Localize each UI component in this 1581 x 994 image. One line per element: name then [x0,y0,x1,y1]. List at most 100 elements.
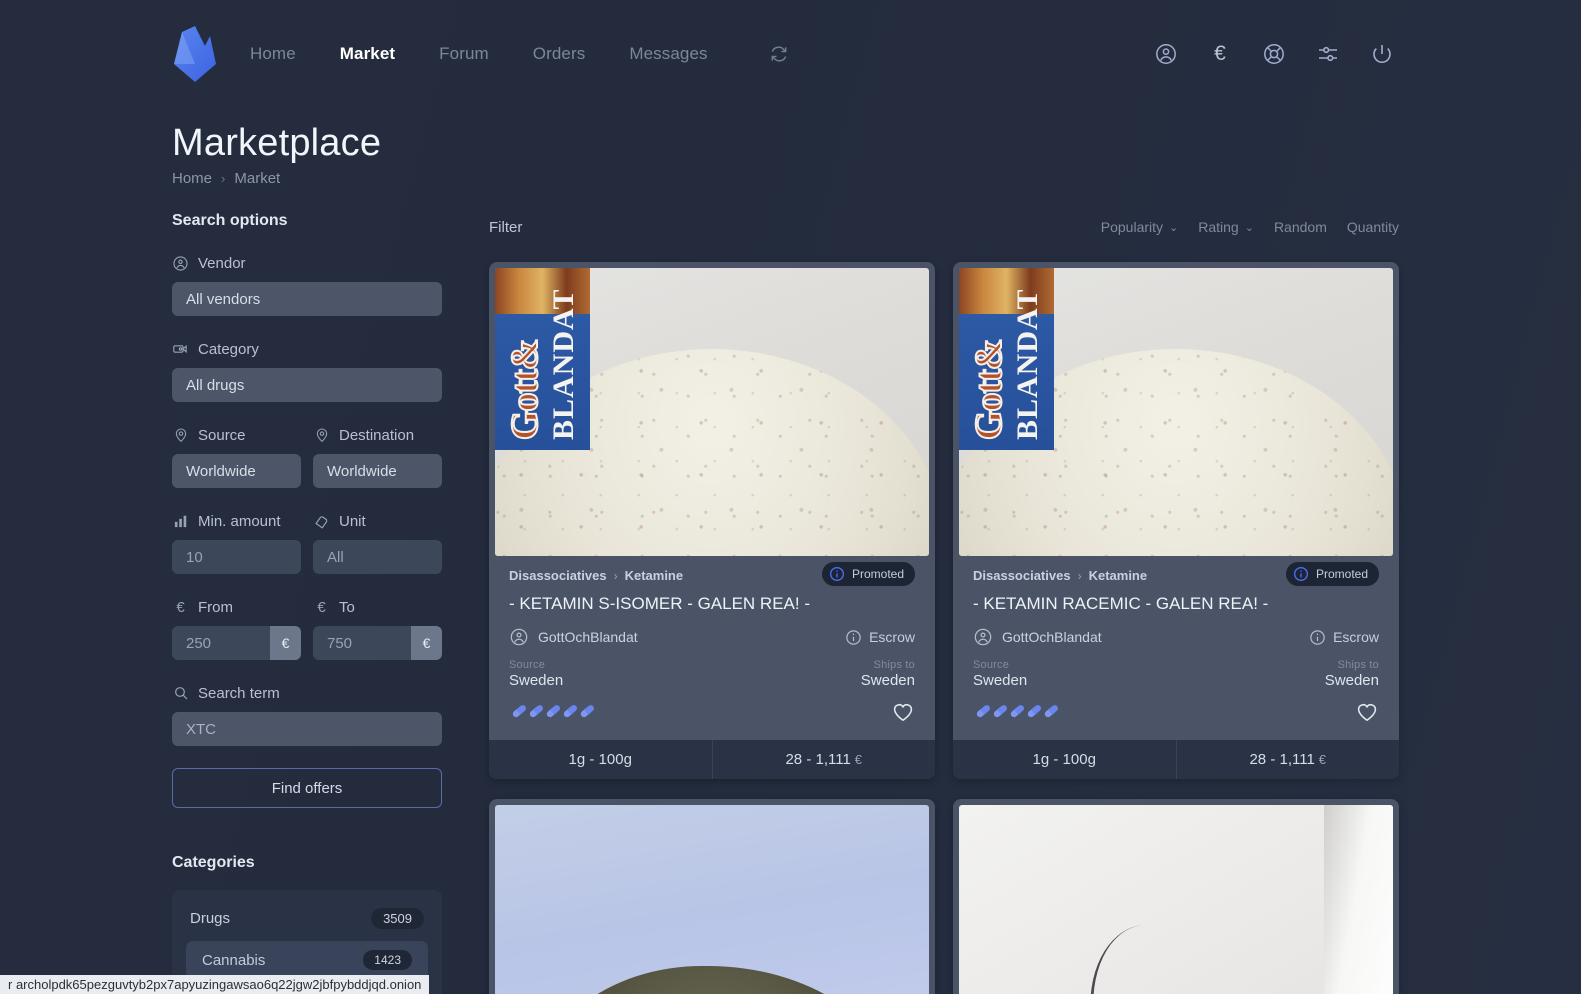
promoted-badge: Promoted [1285,562,1379,586]
price-range-cell: 28 - 1,111 € [1177,740,1400,779]
rating-pills [509,703,594,721]
source-info: Source Sweden [509,659,563,689]
category-select[interactable] [172,368,442,402]
price-to-field-label: € To [313,596,442,618]
source-country: Sweden [973,672,1028,689]
pill-rating-icon [560,703,578,721]
nav-link-orders[interactable]: Orders [511,38,608,70]
promoted-label: Promoted [1315,567,1368,581]
ships-to-info: Ships to Sweden [1325,659,1379,689]
min-amount-input[interactable] [172,540,301,574]
vendor-field-label: Vendor [172,252,442,274]
price-from-currency-button[interactable]: € [270,626,301,660]
marketplace-main: Filter Popularity ⌄ Rating ⌄ Random Quan… [489,212,1399,994]
vendor-info[interactable]: GottOchBlandat [509,627,638,647]
product-title[interactable]: - KETAMIN RACEMIC - GALEN REA! - [973,594,1379,614]
source-field-label: Source [172,424,301,446]
nav-link-forum[interactable]: Forum [417,38,511,70]
filter-bar: Filter Popularity ⌄ Rating ⌄ Random Quan… [489,212,1399,242]
bar-chart-icon [172,513,189,530]
category-child: Ketamine [1088,568,1148,583]
find-offers-button[interactable]: Find offers [172,768,442,808]
refresh-icon[interactable] [764,39,794,69]
product-card[interactable] [489,799,935,994]
category-item-drugs[interactable]: Drugs 3509 [172,902,442,935]
nav-link-messages[interactable]: Messages [607,38,729,70]
category-parent: Disassociatives [509,568,607,583]
source-select[interactable] [172,454,301,488]
pill-rating-icon [1041,703,1059,721]
rating-pills [973,703,1058,721]
label-tag-icon [313,513,330,530]
category-count-badge: 3509 [371,908,424,929]
site-logo[interactable] [172,23,220,85]
product-image[interactable] [959,805,1393,994]
product-card[interactable]: Gott& BLANDAT Disassociatives › Ketamine … [489,262,935,779]
account-icon[interactable] [1153,41,1179,67]
escrow-indicator[interactable]: Escrow [845,629,915,646]
nav-links: Home Market Forum Orders Messages [228,38,794,70]
vendor-select[interactable] [172,282,442,316]
breadcrumb-home[interactable]: Home [172,170,212,187]
location-pin-icon [313,427,330,444]
search-term-label-text: Search term [198,684,280,702]
vendor-info[interactable]: GottOchBlandat [973,627,1102,647]
sort-options: Popularity ⌄ Rating ⌄ Random Quantity [1101,219,1399,235]
search-icon [172,685,189,702]
search-options-sidebar: Search options Vendor Category Source [172,212,442,994]
sort-random[interactable]: Random [1274,219,1327,235]
product-image[interactable]: Gott& BLANDAT [959,268,1393,556]
price-to-currency-button[interactable]: € [411,626,442,660]
candy-package-label: Gott& BLANDAT [495,268,590,450]
price-to-group: € [313,626,442,660]
price-from-input[interactable] [172,626,270,660]
search-term-input[interactable] [172,712,442,746]
info-icon [829,567,844,581]
source-label: Source [973,659,1010,671]
chevron-right-icon: › [1077,568,1082,583]
sort-popularity[interactable]: Popularity ⌄ [1101,219,1178,235]
category-label: Drugs [190,910,231,927]
settings-sliders-icon[interactable] [1315,41,1341,67]
account-icon [510,628,528,646]
category-parent: Disassociatives [973,568,1071,583]
nav-link-home[interactable]: Home [228,38,318,70]
product-image[interactable] [495,805,929,994]
pill-rating-icon [509,703,527,721]
price-range: 28 - 1,111 [1249,751,1315,768]
product-grid: Gott& BLANDAT Disassociatives › Ketamine … [489,262,1399,994]
product-card[interactable] [953,799,1399,994]
top-navigation-bar: Home Market Forum Orders Messages € [0,0,1581,108]
euro-icon: € [176,598,185,616]
category-item-cannabis[interactable]: Cannabis 1423 [186,941,428,979]
favorite-heart-icon[interactable] [891,700,915,724]
breadcrumb-market[interactable]: Market [234,170,280,187]
unit-select[interactable] [313,540,442,574]
product-image[interactable]: Gott& BLANDAT [495,268,929,556]
sort-rating[interactable]: Rating ⌄ [1198,219,1254,235]
power-logout-icon[interactable] [1369,41,1395,67]
currency-symbol: € [1318,752,1327,767]
destination-select[interactable] [313,454,442,488]
unit-label-text: Unit [339,512,366,530]
escrow-indicator[interactable]: Escrow [1309,629,1379,646]
price-range: 28 - 1,111 [785,751,851,768]
currency-euro-icon[interactable]: € [1207,41,1233,67]
filter-label: Filter [489,218,523,236]
destination-label-text: Destination [339,426,415,444]
product-card[interactable]: Gott& BLANDAT Disassociatives › Ketamine … [953,262,1399,779]
breadcrumb: Home › Market [172,170,381,187]
search-options-title: Search options [172,212,288,229]
favorite-heart-icon[interactable] [1355,700,1379,724]
quantity-range: 1g - 100g [953,740,1177,779]
nav-link-market[interactable]: Market [318,38,417,70]
product-title[interactable]: - KETAMIN S-ISOMER - GALEN REA! - [509,594,915,614]
vendor-name: GottOchBlandat [1002,629,1102,645]
ships-to-label: Ships to [1337,659,1379,671]
pill-rating-icon [1007,703,1025,721]
sort-quantity[interactable]: Quantity [1347,219,1399,235]
ships-to-country: Sweden [1324,672,1379,689]
unit-field-label: Unit [313,510,442,532]
price-to-input[interactable] [313,626,411,660]
support-lifebuoy-icon[interactable] [1261,41,1287,67]
